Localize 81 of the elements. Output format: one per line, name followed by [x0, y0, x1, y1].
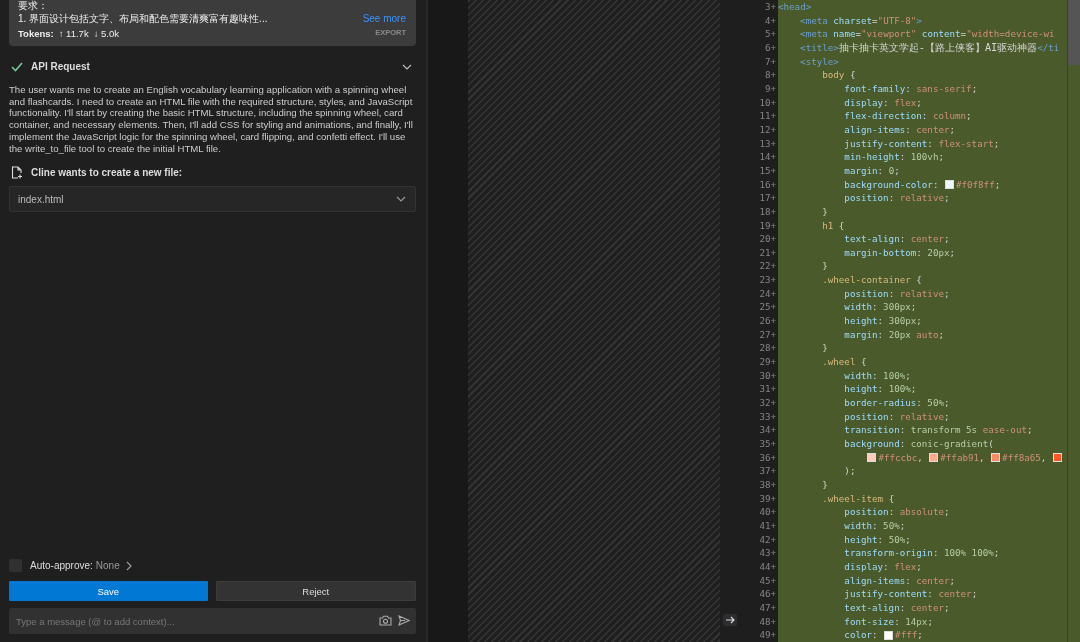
code-line: }	[822, 341, 828, 356]
code-text: ,	[917, 450, 924, 465]
code-line: transform-origin: 100% 100%;	[844, 546, 1000, 560]
code-line: .wheel-item {	[822, 491, 895, 506]
code-line: height: 50%;	[844, 532, 911, 547]
code-line: align-items: center;	[844, 573, 956, 588]
tokens-out: ↓ 5.0k	[93, 27, 119, 40]
code-line: margin-bottom: 20px;	[844, 245, 956, 260]
code-line: position: absolute;	[844, 505, 950, 519]
file-dropdown[interactable]: index.html	[9, 186, 416, 213]
send-icon[interactable]	[398, 615, 410, 626]
code-line: display: flex;	[844, 559, 922, 574]
code-text: #f0f8ff	[955, 177, 995, 192]
code-text: background-color	[844, 177, 933, 192]
code-line: text-align: center;	[844, 600, 950, 615]
code-text: :	[932, 177, 940, 192]
code-line: position: relative;	[844, 191, 950, 205]
auto-approve-label: Auto-approve:	[30, 560, 93, 571]
new-file-icon	[11, 166, 23, 180]
code-line: border-radius: 50%;	[844, 396, 950, 410]
code-line: .wheel-container {	[822, 273, 922, 287]
code-line: .wheel {	[822, 355, 867, 369]
code-line: h1 {	[822, 218, 845, 233]
code-text: ,	[1040, 450, 1048, 465]
code-text: ;	[994, 177, 1001, 192]
code-line: position: relative;	[844, 286, 950, 301]
code-line: align-items: center;	[844, 122, 956, 137]
code-line: width: 300px;	[844, 300, 917, 315]
reject-button[interactable]: Reject	[215, 581, 416, 601]
code-line: }	[822, 259, 828, 274]
message-input[interactable]: Type a message (@ to add context)...	[9, 608, 416, 634]
code-text: #ffccbc	[878, 450, 918, 465]
api-request-title: API Request	[31, 61, 91, 72]
code-line: font-family: sans-serif;	[844, 81, 978, 96]
code-text: color	[844, 628, 873, 642]
code-text: ;	[917, 628, 923, 642]
code-line: display: flex;	[844, 95, 922, 110]
code-line: width: 100%;	[844, 368, 911, 383]
camera-icon[interactable]	[379, 615, 392, 626]
code-text: #ff8a65	[1002, 450, 1041, 465]
code-line: justify-content: flex-start;	[844, 136, 1000, 151]
code-line: <title>抽卡抽卡英文学起-【路上侠客】AI驱动神器</ti	[800, 40, 1060, 55]
tokens-label: Tokens:	[18, 27, 54, 40]
code-line: <meta charset="UTF-8">	[800, 13, 922, 28]
code-line: height: 300px;	[844, 314, 922, 328]
code-line: body {	[822, 68, 856, 82]
code-text: ,	[979, 450, 986, 465]
code-text: #ffab91	[940, 450, 979, 465]
code-line: <meta name="viewport" content="width=device-wi	[800, 27, 1055, 41]
code-line: <style>	[800, 54, 839, 69]
chevron-right-icon[interactable]	[125, 560, 132, 571]
arrow-right-icon[interactable]	[723, 614, 737, 626]
code-line: font-size: 14px;	[844, 614, 933, 629]
requirement-heading: 要求：	[18, 0, 49, 12]
requirement-text: 1. 界面设计包括文字、布局和配色需要清爽富有趣味性...	[18, 12, 268, 25]
assistant-message: The user wants me to create an English vocabulary learning application with a spinning wheel and flashcards. I need to create an HTML file with the required structure, styles, and JavaScript functionality. I'll start by creating the basic HTML structure, including the spinning wheel, card container, and necessary elements. Then, I'll add CSS for styling and animations, and finally, I'll implement the JavaScript logic for the spinning wheel, card flipping, and confetti effect. I'll use the write_to_file tool to create the initial HTML file.	[9, 84, 414, 155]
auto-approve-value: None	[95, 560, 120, 571]
save-button[interactable]: Save	[9, 581, 208, 601]
code-line: flex-direction: column;	[844, 109, 972, 123]
tokens-in: ↑ 11.7k	[58, 27, 89, 40]
code-line: );	[844, 464, 856, 478]
file-request-title: Cline wants to create a new file:	[31, 167, 183, 179]
code-line: width: 50%;	[844, 518, 906, 533]
code-line: margin: 20px auto;	[844, 327, 944, 342]
scrollbar[interactable]	[1067, 0, 1080, 642]
code-line: background: conic-gradient(	[844, 437, 994, 451]
chevron-down-icon[interactable]	[402, 63, 412, 70]
code-line: margin: 0;	[844, 163, 900, 178]
code-line: height: 100%;	[844, 382, 917, 397]
code-line: }	[822, 204, 828, 219]
code-line: transition: transform 5s ease-out;	[844, 423, 1033, 437]
code-text: #fff	[895, 628, 918, 642]
code-line: justify-content: center;	[844, 587, 978, 601]
code-line: position: relative;	[844, 409, 950, 424]
code-line: }	[822, 477, 828, 492]
chevron-down-icon	[396, 196, 406, 203]
code-line: <head>	[778, 0, 812, 14]
code-text: :	[872, 628, 879, 642]
code-line: text-align: center;	[844, 232, 950, 246]
code-line: min-height: 100vh;	[844, 150, 944, 164]
see-more-link[interactable]: See more	[362, 12, 406, 25]
